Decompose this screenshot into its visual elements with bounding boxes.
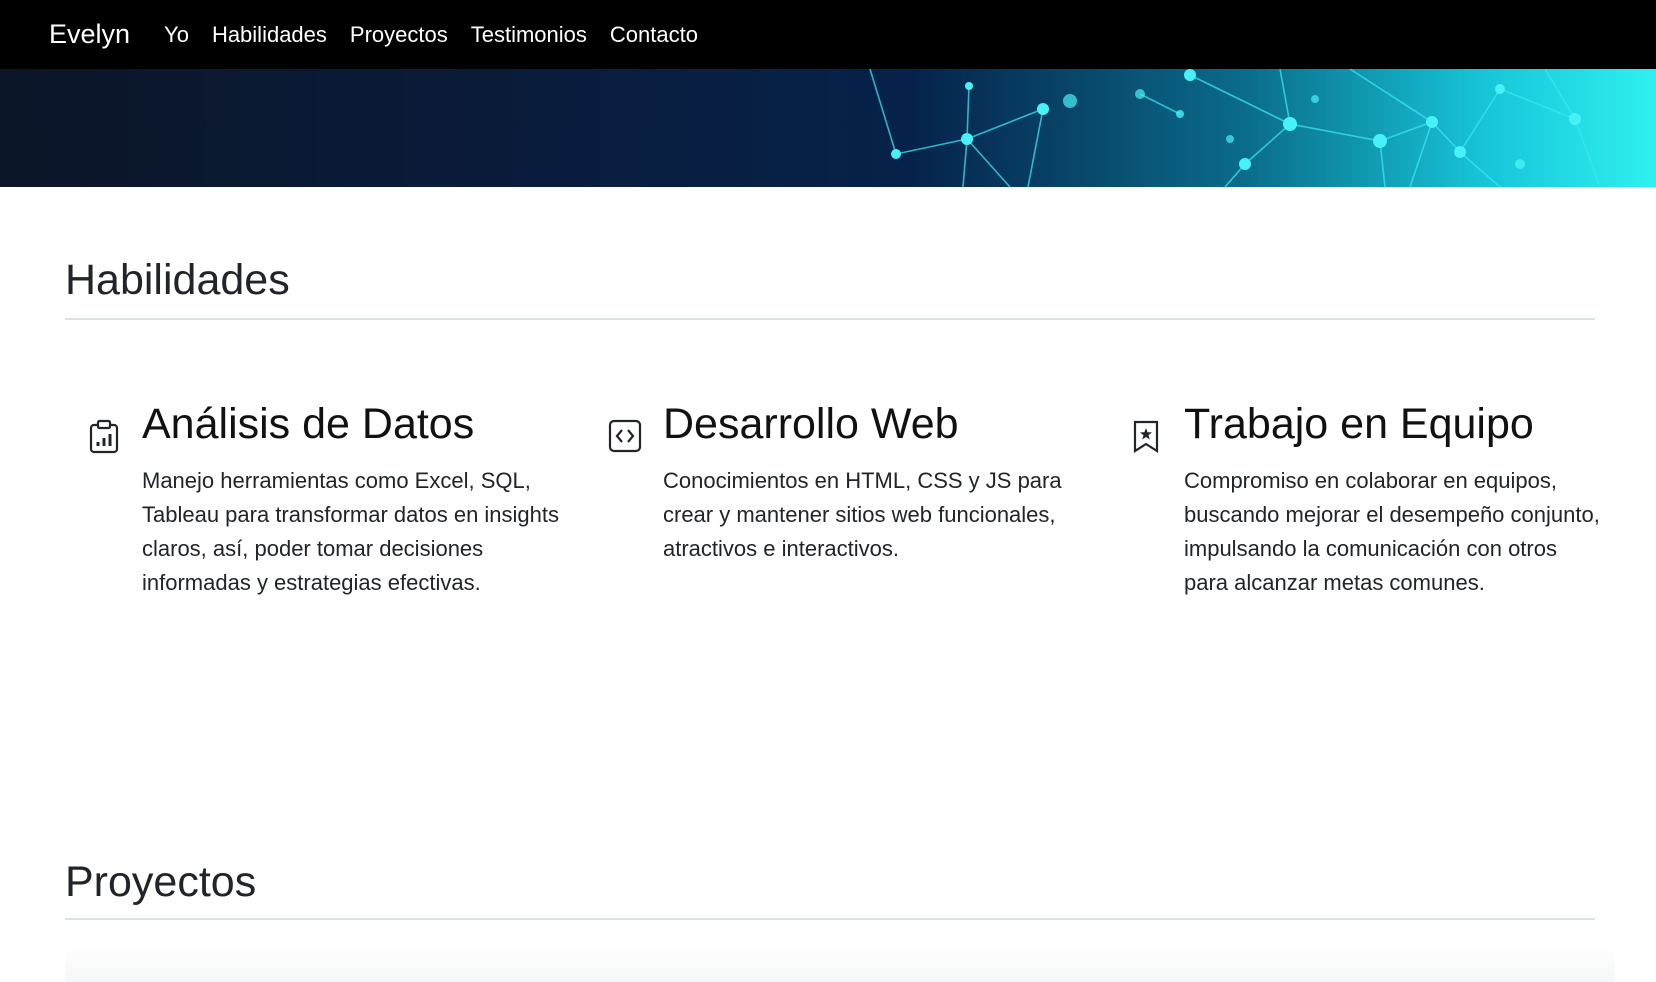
projects-content-edge bbox=[65, 945, 1615, 982]
skills-divider bbox=[65, 318, 1595, 320]
brand-logo-link[interactable]: Evelyn bbox=[49, 19, 130, 50]
nav-link-yo[interactable]: Yo bbox=[164, 22, 189, 48]
skill-description: Conocimientos en HTML, CSS y JS para cre… bbox=[663, 468, 1062, 561]
bookmark-star-icon bbox=[1128, 418, 1164, 454]
nav-link-contacto[interactable]: Contacto bbox=[610, 22, 698, 48]
skill-title: Análisis de Datos bbox=[142, 400, 475, 448]
hero-banner bbox=[0, 69, 1656, 187]
skill-title: Trabajo en Equipo bbox=[1184, 400, 1534, 448]
skill-description: Manejo herramientas como Excel, SQL, Tab… bbox=[142, 468, 560, 595]
projects-section-title: Proyectos bbox=[65, 858, 257, 906]
navbar: Evelyn Yo Habilidades Proyectos Testimon… bbox=[0, 0, 1656, 69]
clipboard-data-icon bbox=[86, 418, 122, 454]
skill-description: Compromiso en colaborar en equipos, busc… bbox=[1184, 468, 1600, 595]
skill-title: Desarrollo Web bbox=[663, 400, 959, 448]
nav-link-habilidades[interactable]: Habilidades bbox=[212, 22, 327, 48]
nav-links: Yo Habilidades Proyectos Testimonios Con… bbox=[164, 22, 721, 48]
skills-section-title: Habilidades bbox=[65, 256, 290, 304]
network-graphic bbox=[869, 69, 1601, 187]
nav-link-testimonios[interactable]: Testimonios bbox=[471, 22, 587, 48]
code-square-icon bbox=[607, 418, 643, 454]
projects-divider bbox=[65, 918, 1595, 920]
nav-link-proyectos[interactable]: Proyectos bbox=[350, 22, 448, 48]
